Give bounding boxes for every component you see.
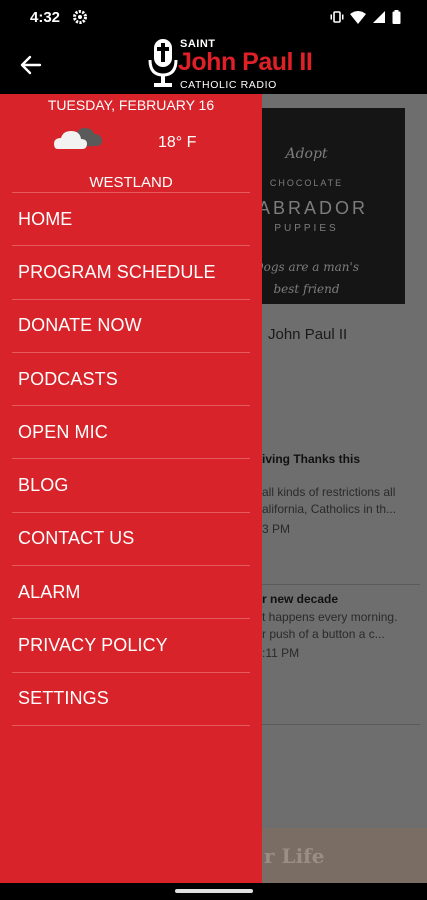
article-2-title[interactable]: r new decade: [262, 592, 338, 606]
menu-item-home[interactable]: HOME: [12, 192, 250, 245]
logo-subtitle: CATHOLIC RADIO: [180, 79, 277, 91]
article-2-line-2: r push of a button a c...: [262, 627, 385, 641]
menu-item-podcasts[interactable]: PODCASTS: [12, 351, 250, 405]
status-icons: [330, 10, 401, 24]
vibrate-icon: [330, 11, 344, 23]
article-2-snippet: t happens every morning. r push of a but…: [262, 609, 397, 643]
station-logo: SAINT John Paul II CATHOLIC RADIO: [146, 36, 313, 94]
app-bar: SAINT John Paul II CATHOLIC RADIO: [0, 36, 427, 94]
menu-item-donate-now[interactable]: DONATE NOW: [12, 298, 250, 352]
divider: [250, 724, 420, 725]
back-arrow-icon[interactable]: [18, 52, 44, 78]
background-name-text: John Paul II: [268, 326, 348, 343]
signal-icon: [373, 11, 385, 23]
status-bar: 4:32: [0, 0, 427, 36]
bottom-banner-text: r Life: [264, 844, 325, 868]
article-1-title[interactable]: iving Thanks this: [262, 452, 360, 466]
menu-item-open-mic[interactable]: OPEN MIC: [12, 405, 250, 458]
battery-icon: [392, 10, 401, 24]
menu-item-program-schedule[interactable]: PROGRAM SCHEDULE: [12, 245, 250, 298]
article-1-time: 3 PM: [262, 522, 291, 536]
menu-item-blog[interactable]: BLOG: [12, 458, 250, 511]
drawer-menu: HOME PROGRAM SCHEDULE DONATE NOW PODCAST…: [12, 192, 250, 726]
article-1-snippet: all kinds of restrictions all alifornia,…: [262, 484, 396, 518]
gear-icon: [73, 10, 87, 24]
navigation-drawer: TUESDAY, FEBRUARY 16 18° F WESTLAND HOME…: [0, 94, 262, 883]
status-time: 4:32: [30, 9, 61, 26]
menu-item-contact-us[interactable]: CONTACT US: [12, 511, 250, 565]
system-nav-bar: [0, 883, 427, 900]
menu-item-settings[interactable]: SETTINGS: [12, 671, 250, 726]
divider: [250, 584, 420, 585]
drawer-location: WESTLAND: [89, 174, 173, 191]
menu-item-privacy-policy[interactable]: PRIVACY POLICY: [12, 618, 250, 671]
article-1-line-2: alifornia, Catholics in th...: [262, 502, 397, 516]
home-gesture-pill[interactable]: [175, 889, 253, 893]
menu-item-alarm[interactable]: ALARM: [12, 565, 250, 618]
wifi-icon: [350, 10, 366, 24]
article-2-line-1: t happens every morning.: [262, 610, 398, 624]
article-2-time: :11 PM: [262, 646, 300, 660]
drawer-temperature: 18° F: [158, 134, 197, 151]
cloud-icon: [54, 128, 102, 149]
drawer-date: TUESDAY, FEBRUARY 16: [47, 97, 215, 113]
article-1-line-1: all kinds of restrictions all: [262, 485, 396, 499]
logo-name: John Paul II: [178, 48, 313, 76]
microphone-icon: [148, 39, 178, 87]
